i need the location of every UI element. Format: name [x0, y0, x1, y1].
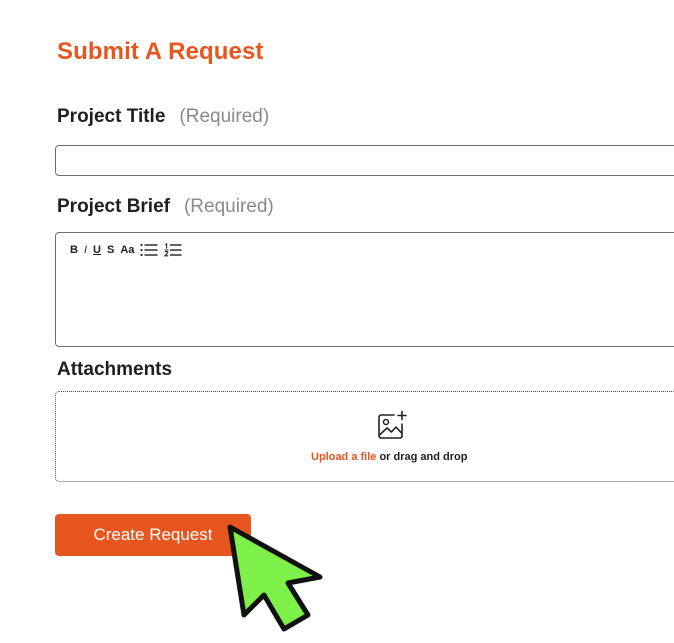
page-title: Submit A Request [57, 38, 264, 65]
required-indicator: (Required) [179, 106, 270, 127]
create-request-button[interactable]: Create Request [55, 514, 251, 556]
project-title-input[interactable] [55, 145, 674, 176]
image-add-icon [376, 410, 408, 445]
project-brief-label-text: Project Brief [57, 196, 170, 217]
underline-button[interactable]: U [93, 244, 101, 256]
upload-file-link[interactable]: Upload a file [311, 451, 376, 463]
attachments-dropzone[interactable]: Upload a file or drag and drop [55, 391, 674, 482]
attachments-label: Attachments [57, 359, 173, 380]
bullet-list-icon[interactable] [140, 243, 158, 257]
required-indicator: (Required) [183, 196, 274, 217]
project-title-label: Project Title (Required) [57, 106, 269, 128]
bold-button[interactable]: B [70, 244, 78, 256]
cursor-arrow-icon [227, 524, 323, 632]
font-size-button[interactable]: Aa [120, 244, 134, 256]
italic-button[interactable]: I [84, 244, 87, 256]
numbered-list-icon[interactable] [164, 243, 182, 257]
drag-drop-text: or drag and drop [376, 451, 468, 463]
editor-toolbar: B I U S Aa [70, 243, 182, 257]
strikethrough-button[interactable]: S [107, 244, 114, 256]
project-brief-label: Project Brief (Required) [57, 196, 274, 218]
upload-instructions: Upload a file or drag and drop [311, 451, 467, 463]
project-brief-editor[interactable]: B I U S Aa [55, 232, 674, 347]
project-title-label-text: Project Title [57, 106, 166, 127]
